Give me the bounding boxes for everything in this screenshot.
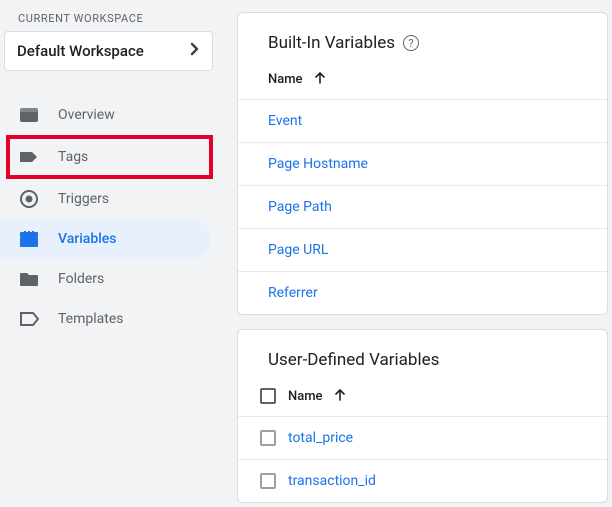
builtin-row[interactable]: Page Hostname <box>238 143 607 186</box>
sidebar: CURRENT WORKSPACE Default Workspace Over… <box>0 0 225 507</box>
variables-icon <box>18 231 40 247</box>
tag-icon <box>18 149 40 165</box>
nav-item-variables[interactable]: Variables <box>0 219 211 259</box>
panel-title-row: User-Defined Variables <box>238 330 607 376</box>
variable-name: Page Path <box>268 199 332 215</box>
nav-item-folders[interactable]: Folders <box>0 259 211 299</box>
workspace-name: Default Workspace <box>17 42 144 60</box>
column-name: Name <box>268 72 303 87</box>
variable-name: total_price <box>288 430 353 446</box>
nav-item-tags[interactable]: Tags <box>0 137 211 177</box>
workspace-picker[interactable]: Default Workspace <box>4 31 213 71</box>
variable-name: Referrer <box>268 285 318 301</box>
sort-asc-icon <box>335 389 345 405</box>
panel-title: Built-In Variables <box>268 33 395 53</box>
builtin-variables-panel: Built-In Variables ? Name Event Page Hos… <box>237 12 608 315</box>
nav-item-triggers[interactable]: Triggers <box>0 179 211 219</box>
select-all-checkbox[interactable] <box>260 388 276 404</box>
overview-icon <box>18 107 40 123</box>
nav-label: Tags <box>58 149 88 165</box>
builtin-row[interactable]: Referrer <box>238 272 607 314</box>
workspace-section-label: CURRENT WORKSPACE <box>0 10 225 31</box>
nav-item-templates[interactable]: Templates <box>0 299 211 339</box>
user-row[interactable]: transaction_id <box>238 460 607 502</box>
row-checkbox[interactable] <box>260 473 276 489</box>
panel-title: User-Defined Variables <box>268 350 439 370</box>
variable-name: transaction_id <box>288 473 376 489</box>
variable-name: Page Hostname <box>268 156 368 172</box>
user-variables-panel: User-Defined Variables Name total_price … <box>237 329 608 503</box>
builtin-row[interactable]: Page URL <box>238 229 607 272</box>
trigger-icon <box>18 189 40 209</box>
sort-asc-icon <box>315 72 325 88</box>
nav-label: Variables <box>58 231 116 247</box>
row-checkbox[interactable] <box>260 430 276 446</box>
nav-label: Triggers <box>58 191 109 207</box>
nav-label: Templates <box>58 311 124 327</box>
user-row[interactable]: total_price <box>238 417 607 460</box>
column-name: Name <box>288 389 323 404</box>
chevron-right-icon <box>190 42 200 60</box>
help-icon[interactable]: ? <box>403 35 419 51</box>
nav-label: Overview <box>58 107 115 123</box>
builtin-row[interactable]: Page Path <box>238 186 607 229</box>
builtin-table-header[interactable]: Name <box>238 59 607 100</box>
panel-title-row: Built-In Variables ? <box>238 13 607 59</box>
variable-name: Page URL <box>268 242 328 258</box>
nav-label: Folders <box>58 271 104 287</box>
main-content: Built-In Variables ? Name Event Page Hos… <box>225 0 612 507</box>
template-icon <box>18 311 40 327</box>
navigation: Overview Tags Triggers Variables <box>0 95 225 339</box>
variable-name: Event <box>268 113 302 129</box>
folder-icon <box>18 271 40 287</box>
nav-item-overview[interactable]: Overview <box>0 95 211 135</box>
user-table-header[interactable]: Name <box>238 376 607 417</box>
builtin-row[interactable]: Event <box>238 100 607 143</box>
